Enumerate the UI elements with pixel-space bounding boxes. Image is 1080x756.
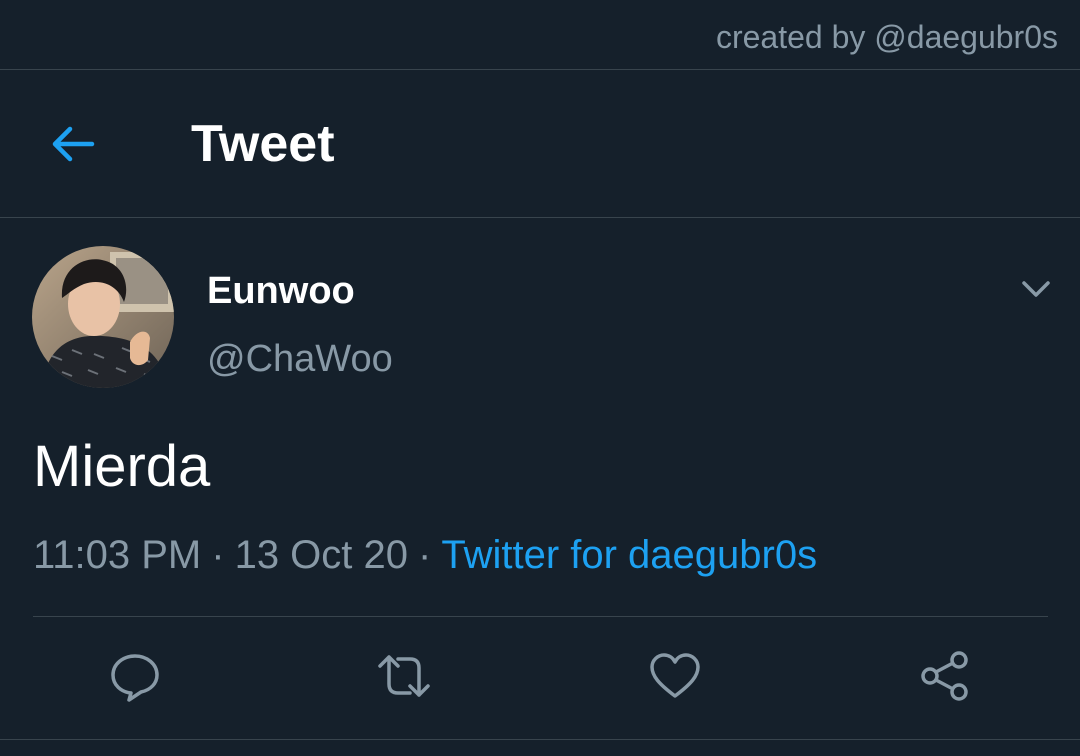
tweet-menu-button[interactable] xyxy=(1016,268,1056,308)
meta-separator: · xyxy=(211,533,225,577)
page-title: Tweet xyxy=(191,115,335,173)
meta-separator: · xyxy=(418,533,432,577)
chevron-down-icon xyxy=(1022,281,1050,297)
divider xyxy=(0,739,1080,740)
avatar-photo xyxy=(32,246,174,388)
share-button[interactable] xyxy=(917,648,973,704)
reply-button[interactable] xyxy=(107,648,163,704)
back-button[interactable] xyxy=(44,114,104,174)
retweet-button[interactable] xyxy=(376,648,432,704)
credit-bar: created by @daegubr0s xyxy=(0,0,1080,70)
share-icon xyxy=(921,651,968,701)
heart-icon xyxy=(650,653,700,698)
retweet-icon xyxy=(378,655,430,697)
tweet-meta: 11:03 PM · 13 Oct 20 · Twitter for daegubr0s xyxy=(33,530,817,580)
tweet-time: 11:03 PM xyxy=(33,533,202,577)
tweet-screen: created by @daegubr0s Tweet Eunwoo @ChaW… xyxy=(0,0,1080,756)
display-name[interactable]: Eunwoo xyxy=(207,268,355,314)
header: Tweet xyxy=(0,70,1080,218)
avatar[interactable] xyxy=(32,246,174,388)
tweet-date: 13 Oct 20 xyxy=(234,533,409,577)
divider xyxy=(33,616,1048,617)
credit-text: created by @daegubr0s xyxy=(715,19,1058,55)
tweet: Eunwoo @ChaWoo Mierda 11:03 PM · 13 Oct 20… xyxy=(0,218,1080,756)
action-bar xyxy=(0,648,1080,708)
handle: @ChaWoo xyxy=(207,338,393,380)
tweet-text: Mierda xyxy=(33,434,211,499)
like-button[interactable] xyxy=(647,648,703,704)
reply-icon xyxy=(111,654,159,702)
tweet-source-link[interactable]: Twitter for daegubr0s xyxy=(441,533,817,577)
arrow-left-icon xyxy=(52,126,95,162)
